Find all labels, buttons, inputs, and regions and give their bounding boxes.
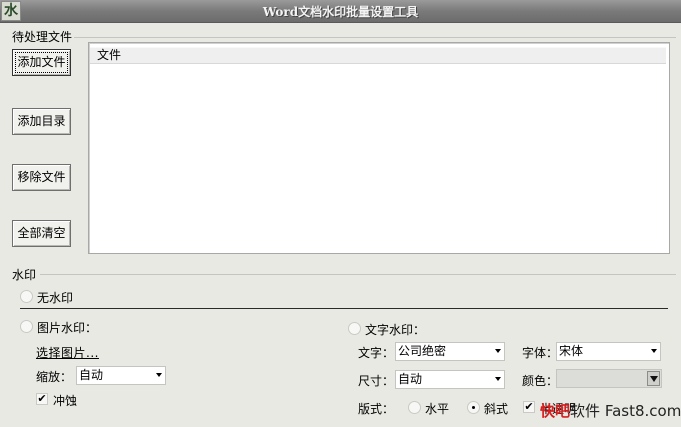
watermark-group-label: 水印 [10,266,39,283]
size-select[interactable]: 自动 [395,370,505,389]
chevron-down-icon[interactable] [651,349,657,353]
site-watermark: 快吧软件 Fast8.com [540,400,681,421]
watermark-divider [20,308,668,309]
scale-select-value: 自动 [79,368,104,382]
watermark-group-top-border [40,274,676,275]
choose-image-link[interactable]: 选择图片... [36,344,99,361]
site-watermark-part1: 快吧 [540,402,571,420]
layout-diagonal-label[interactable]: 斜式 [484,400,508,417]
layout-diagonal-radio[interactable] [467,401,480,414]
no-watermark-radio[interactable] [20,290,33,303]
files-group-top-border [70,37,676,38]
size-label: 尺寸： [358,374,395,388]
files-group-label: 待处理文件 [10,28,75,45]
scale-select[interactable]: 自动 [76,366,166,385]
add-folder-button[interactable]: 添加目录 [12,108,71,135]
size-select-value: 自动 [398,372,423,386]
layout-horizontal-radio[interactable] [408,401,421,414]
window-title: Word文档水印批量设置工具 [262,5,419,19]
image-watermark-radio[interactable] [20,320,33,333]
chevron-down-icon[interactable] [156,373,162,377]
text-select[interactable]: 公司绝密 [395,342,505,361]
text-select-value: 公司绝密 [398,344,447,358]
file-list-column-header[interactable]: 文件 [90,47,666,64]
clear-all-button[interactable]: 全部清空 [12,220,71,247]
title-bar[interactable]: 水 Word文档水印批量设置工具 [0,0,681,23]
font-select-value: 宋体 [559,344,584,358]
add-file-button[interactable]: 添加文件 [12,49,71,76]
text-watermark-label[interactable]: 文字水印： [365,321,425,338]
color-label: 颜色： [522,374,559,388]
file-list[interactable]: 文件 [88,42,670,254]
semi-transparent-checkbox[interactable]: ✔ [523,401,535,413]
color-picker[interactable] [556,369,662,388]
chevron-down-icon[interactable] [495,377,501,381]
layout-label: 版式： [358,402,395,416]
remove-file-button[interactable]: 移除文件 [12,164,71,191]
layout-horizontal-label[interactable]: 水平 [425,400,449,417]
site-watermark-part2: 软件 [570,402,601,420]
color-dropdown-arrow-icon[interactable] [647,371,660,386]
text-watermark-radio[interactable] [348,322,361,335]
image-watermark-label[interactable]: 图片水印： [37,319,97,336]
washout-label[interactable]: 冲蚀 [53,392,77,409]
chevron-down-icon[interactable] [495,349,501,353]
font-select[interactable]: 宋体 [556,342,661,361]
washout-checkbox[interactable]: ✔ [36,393,48,405]
text-label: 文字： [358,346,395,360]
site-watermark-part3: Fast8.com [604,402,681,420]
scale-label: 缩放： [36,370,73,384]
font-label: 字体： [522,346,559,360]
no-watermark-label[interactable]: 无水印 [37,289,73,306]
